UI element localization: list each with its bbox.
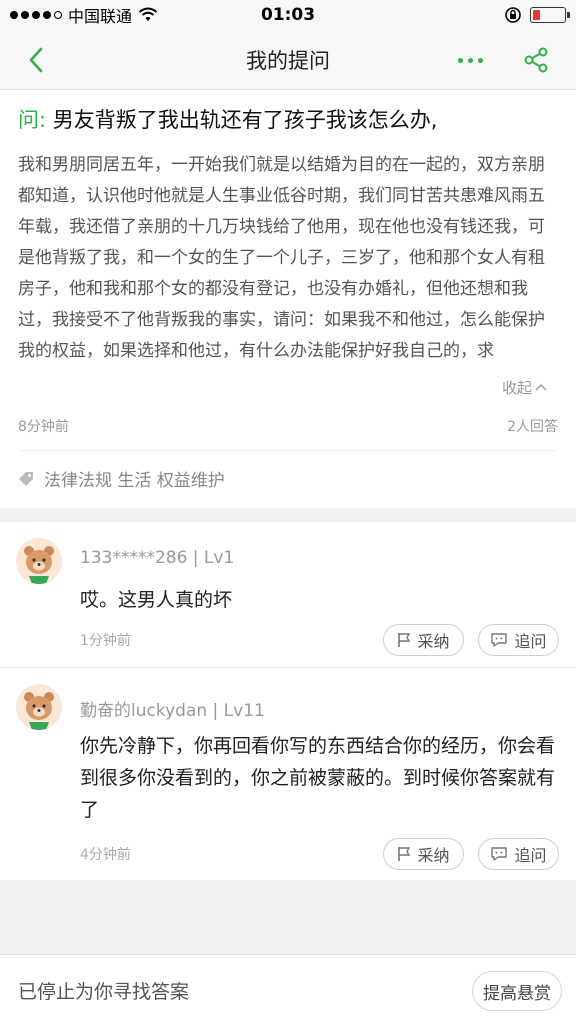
question-meta: 8分钟前 2人回答: [18, 416, 558, 436]
question-body: 我和男朋同居五年，一开始我们就是以结婚为目的在一起的，双方亲朋都知道，认识他时他…: [18, 155, 545, 361]
accept-button[interactable]: 采纳: [383, 838, 464, 870]
question-title: 问: 男友背叛了我出轨还有了孩子我该怎么办,: [18, 104, 558, 136]
answer-item: 勤奋的luckydan | Lv11 你先冷静下，你再回看你写的东西结合你的经历…: [0, 667, 576, 880]
bottom-bar: 已停止为你寻找答案 提高悬赏: [0, 954, 576, 1024]
status-left: 中国联通: [10, 3, 158, 27]
answers-list: 133*****286 | Lv1 哎。这男人真的坏 1分钟前 采纳 追问 勤奋…: [0, 522, 576, 880]
collapse-button[interactable]: 收起: [498, 374, 560, 400]
battery-icon: [530, 7, 570, 23]
wifi-icon: [138, 7, 158, 21]
comment-icon: [491, 847, 508, 861]
question-title-text: 男友背叛了我出轨还有了孩子我该怎么办,: [52, 108, 438, 132]
rotation-lock-icon: [505, 7, 521, 23]
answer-item: 133*****286 | Lv1 哎。这男人真的坏 1分钟前 采纳 追问: [0, 522, 576, 667]
raise-reward-button[interactable]: 提高悬赏: [472, 971, 562, 1011]
divider: [18, 450, 558, 451]
bear-avatar-icon: [24, 692, 54, 730]
answer-time: 4分钟前: [80, 847, 131, 863]
question-prefix: 问:: [18, 108, 47, 132]
collapse-label: 收起: [502, 378, 533, 397]
answer-count: 2人回答: [507, 419, 558, 435]
answer-username[interactable]: 勤奋的luckydan | Lv11: [80, 696, 265, 721]
navigation-bar: 我的提问: [0, 30, 576, 90]
answer-text: 哎。这男人真的坏: [80, 589, 233, 611]
signal-strength-icon: [10, 11, 62, 19]
carrier-label: 中国联通: [68, 7, 133, 26]
battery-level: [533, 10, 540, 20]
status-right: [504, 6, 570, 24]
more-dot-icon: [477, 57, 483, 63]
bear-avatar-icon: [24, 546, 54, 584]
comment-icon: [491, 633, 508, 647]
search-status: 已停止为你寻找答案: [18, 981, 190, 1003]
answer-text: 你先冷静下，你再回看你写的东西结合你的经历，你会看到很多你没看到的，你之前被蒙蔽…: [80, 735, 556, 821]
followup-button[interactable]: 追问: [478, 838, 559, 870]
more-dot-icon: [467, 57, 473, 63]
back-button[interactable]: [18, 42, 54, 78]
share-button[interactable]: [518, 42, 554, 78]
share-icon: [524, 47, 548, 73]
more-button[interactable]: [450, 45, 490, 75]
accept-label: 采纳: [417, 846, 450, 865]
page-title: 我的提问: [246, 48, 330, 73]
flag-icon: [398, 633, 411, 647]
question-card: 问: 男友背叛了我出轨还有了孩子我该怎么办, 我和男朋同居五年，一开始我们就是以…: [0, 90, 576, 508]
flag-icon: [398, 847, 411, 861]
accept-label: 采纳: [417, 632, 450, 651]
status-bar: 中国联通 01:03: [0, 0, 576, 30]
answer-username[interactable]: 133*****286 | Lv1: [80, 548, 234, 568]
more-dot-icon: [457, 57, 463, 63]
question-time: 8分钟前: [18, 419, 69, 435]
accept-button[interactable]: 采纳: [383, 624, 464, 656]
chevron-up-icon: [535, 383, 547, 391]
answer-time: 1分钟前: [80, 633, 131, 649]
followup-button[interactable]: 追问: [478, 624, 559, 656]
tags-row: 法律法规 生活 权益维护: [18, 466, 225, 491]
chevron-left-icon: [29, 47, 43, 73]
avatar[interactable]: [16, 684, 62, 730]
followup-label: 追问: [514, 632, 547, 651]
tag-icon: [19, 471, 33, 486]
avatar[interactable]: [16, 538, 62, 584]
question-tags[interactable]: 法律法规 生活 权益维护: [44, 466, 225, 491]
followup-label: 追问: [514, 846, 547, 865]
